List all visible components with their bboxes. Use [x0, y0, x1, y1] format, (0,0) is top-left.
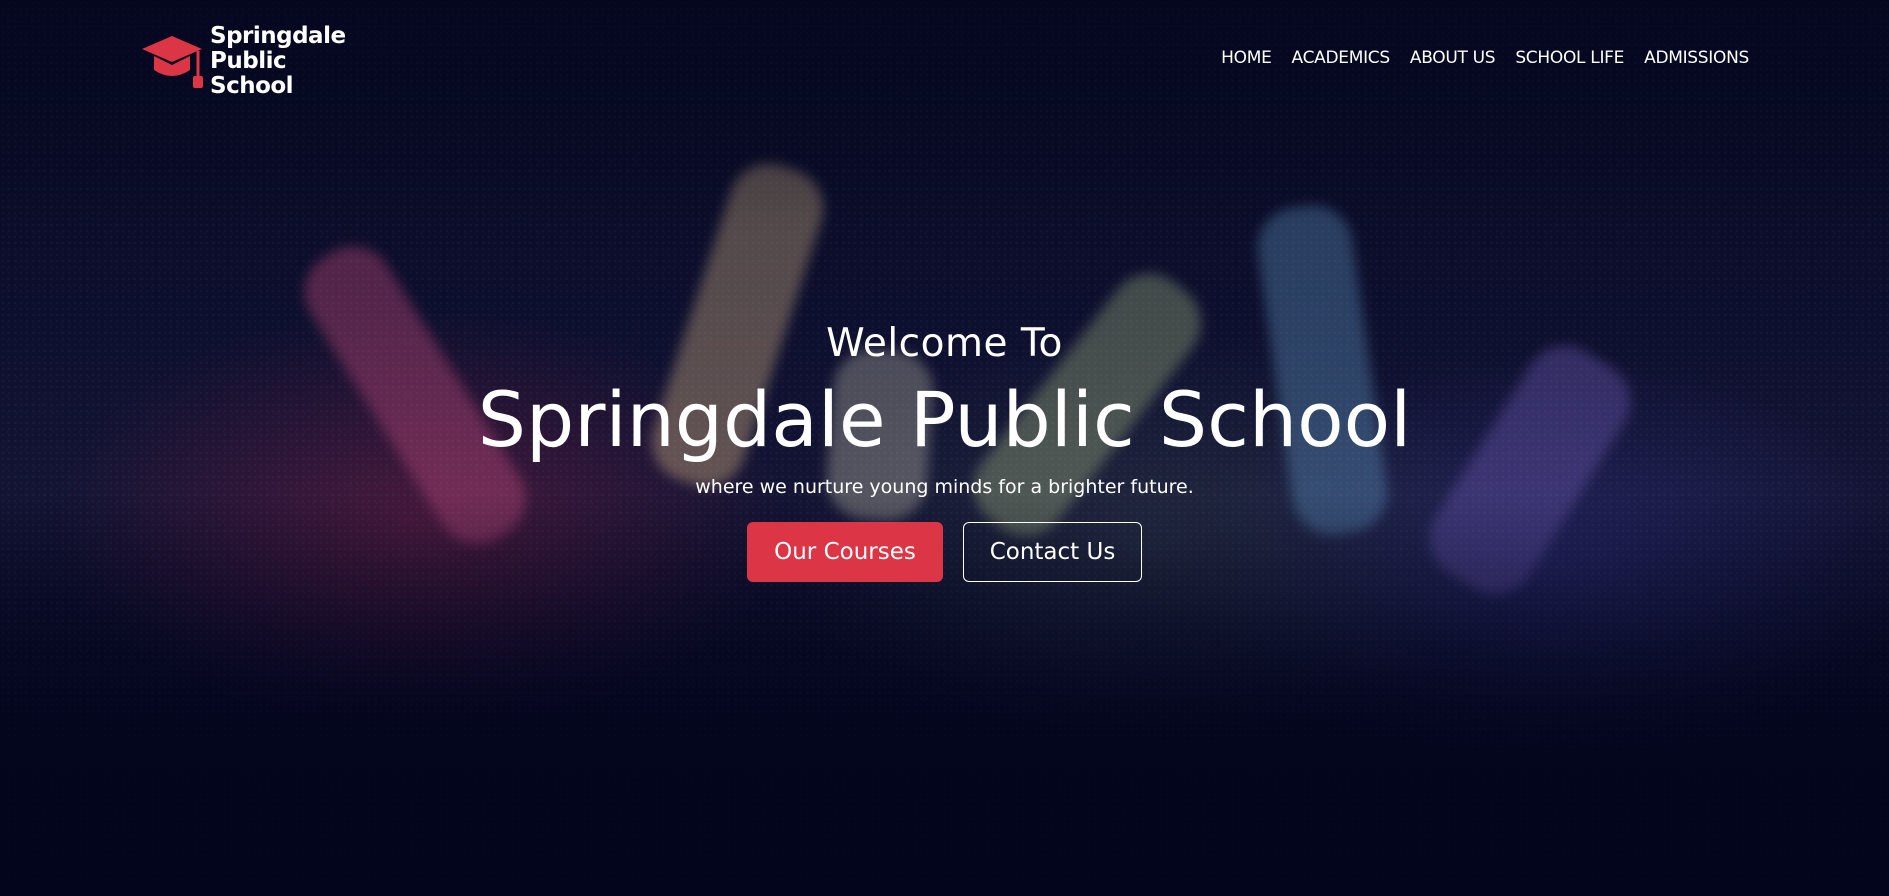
nav-item-home: HOME: [1221, 48, 1272, 68]
hero-tagline: where we nurture young minds for a brigh…: [695, 476, 1194, 498]
hero-welcome-text: Welcome To: [826, 321, 1063, 366]
nav-link-home[interactable]: HOME: [1221, 48, 1272, 68]
nav-link-school-life[interactable]: SCHOOL LIFE: [1515, 48, 1624, 68]
brand-name-line2: Public: [210, 48, 287, 74]
hero-section: Springdale Public School HOME ACADEMICS …: [0, 0, 1889, 896]
nav-item-school-life: SCHOOL LIFE: [1515, 48, 1624, 68]
nav-link-academics[interactable]: ACADEMICS: [1292, 48, 1391, 68]
nav-link-about-us[interactable]: ABOUT US: [1410, 48, 1496, 68]
hero-actions: Our Courses Contact Us: [0, 522, 1889, 582]
navbar: Springdale Public School HOME ACADEMICS …: [0, 0, 1889, 120]
contact-us-button[interactable]: Contact Us: [963, 522, 1142, 582]
hero-content: Welcome To Springdale Public School wher…: [0, 318, 1889, 582]
nav-item-academics: ACADEMICS: [1292, 48, 1391, 68]
nav-item-admissions: ADMISSIONS: [1644, 48, 1749, 68]
our-courses-button[interactable]: Our Courses: [747, 522, 943, 582]
brand-logo-link[interactable]: Springdale Public School: [140, 24, 360, 99]
brand-name-line3: School: [210, 73, 294, 99]
nav-menu: HOME ACADEMICS ABOUT US SCHOOL LIFE ADMI…: [1221, 48, 1749, 68]
nav-item-about-us: ABOUT US: [1410, 48, 1496, 68]
graduation-cap-icon: [142, 35, 203, 88]
hero-title: Springdale Public School: [477, 375, 1412, 464]
nav-link-admissions[interactable]: ADMISSIONS: [1644, 48, 1749, 68]
brand-name-line1: Springdale: [210, 23, 346, 49]
brand-name: Springdale Public School: [210, 24, 360, 99]
